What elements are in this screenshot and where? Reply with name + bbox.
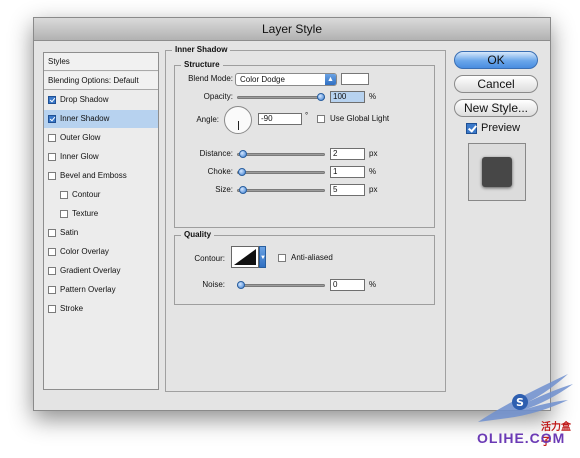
style-item-label: Contour [72, 190, 101, 199]
blend-color-swatch[interactable] [341, 73, 369, 85]
layer-style-dialog: Layer Style Styles Blending Options: Def… [33, 17, 551, 411]
preview-label: Preview [481, 122, 521, 134]
style-item-checkbox[interactable] [48, 172, 56, 180]
styles-header[interactable]: Styles [44, 53, 158, 71]
preview-thumbnail [468, 143, 526, 201]
inner-shadow-title: Inner Shadow [172, 45, 231, 55]
style-item-checkbox[interactable] [48, 248, 56, 256]
choke-label: Choke: [207, 167, 233, 176]
noise-input[interactable]: 0 [330, 279, 365, 291]
noise-slider[interactable] [237, 284, 325, 287]
use-global-light-label: Use Global Light [330, 114, 390, 123]
style-item-label: Gradient Overlay [60, 266, 121, 275]
style-item-checkbox[interactable] [60, 191, 68, 199]
size-input[interactable]: 5 [330, 184, 365, 196]
style-item-stroke[interactable]: Stroke [44, 300, 158, 318]
distance-slider[interactable] [237, 153, 325, 156]
inner-shadow-panel: Inner Shadow Structure Blend Mode: Color… [165, 45, 446, 392]
blending-options-item[interactable]: Blending Options: Default [44, 72, 158, 90]
style-item-bevel-and-emboss[interactable]: Bevel and Emboss [44, 167, 158, 185]
angle-dial[interactable] [224, 106, 252, 134]
anti-aliased-checkbox[interactable] [278, 254, 286, 262]
style-item-satin[interactable]: Satin [44, 224, 158, 242]
watermark-site: OLIHE.COM [477, 430, 566, 446]
size-unit: px [369, 185, 378, 194]
distance-slider-thumb[interactable] [238, 150, 247, 158]
cancel-button[interactable]: Cancel [454, 75, 538, 93]
quality-group: Quality Contour: ▼ Anti-aliased Noise: 0… [174, 230, 435, 305]
style-item-outer-glow[interactable]: Outer Glow [44, 129, 158, 147]
choke-input[interactable]: 1 [330, 166, 365, 178]
style-item-checkbox[interactable] [60, 210, 68, 218]
choke-unit: % [369, 167, 377, 176]
styles-list: Styles Blending Options: Default Drop Sh… [43, 52, 159, 390]
style-item-color-overlay[interactable]: Color Overlay [44, 243, 158, 261]
style-item-label: Satin [60, 228, 79, 237]
style-item-checkbox[interactable] [48, 267, 56, 275]
opacity-input[interactable]: 100 [330, 91, 365, 103]
blend-mode-select[interactable]: Color Dodge ▲ [235, 73, 337, 86]
style-item-inner-shadow[interactable]: Inner Shadow [44, 110, 158, 128]
structure-group: Structure Blend Mode: Color Dodge ▲ Opac… [174, 60, 435, 228]
style-item-checkbox[interactable] [48, 286, 56, 294]
angle-unit: ° [305, 111, 309, 120]
style-item-label: Pattern Overlay [60, 285, 116, 294]
style-item-checkbox[interactable] [48, 134, 56, 142]
style-item-checkbox[interactable] [48, 96, 56, 104]
ok-button[interactable]: OK [454, 51, 538, 69]
angle-input[interactable]: -90 [258, 113, 302, 125]
preview-checkbox[interactable] [466, 123, 477, 134]
quality-title: Quality [181, 230, 215, 240]
style-item-checkbox[interactable] [48, 229, 56, 237]
choke-slider[interactable] [237, 171, 325, 174]
size-slider[interactable] [237, 189, 325, 192]
style-item-checkbox[interactable] [48, 153, 56, 161]
structure-title: Structure [181, 60, 223, 70]
dialog-title: Layer Style [34, 18, 550, 41]
style-item-label: Color Overlay [60, 247, 109, 256]
size-slider-thumb[interactable] [238, 186, 247, 194]
style-item-label: Texture [72, 209, 99, 218]
preview-square [482, 157, 512, 187]
chevron-down-icon[interactable]: ▼ [259, 246, 266, 268]
style-item-texture[interactable]: Texture [44, 205, 158, 223]
style-item-checkbox[interactable] [48, 305, 56, 313]
choke-slider-thumb[interactable] [237, 168, 246, 176]
distance-input[interactable]: 2 [330, 148, 365, 160]
style-item-checkbox[interactable] [48, 115, 56, 123]
opacity-slider-thumb[interactable] [317, 93, 325, 101]
noise-slider-thumb[interactable] [237, 281, 245, 289]
size-label: Size: [215, 185, 233, 194]
chevron-updown-icon: ▲ [325, 74, 336, 85]
new-style-button[interactable]: New Style... [454, 99, 538, 117]
style-item-contour[interactable]: Contour [44, 186, 158, 204]
distance-unit: px [369, 149, 378, 158]
style-item-drop-shadow[interactable]: Drop Shadow [44, 91, 158, 109]
contour-label: Contour: [194, 254, 225, 263]
svg-text:S: S [516, 396, 524, 409]
style-item-label: Inner Glow [60, 152, 99, 161]
contour-curve-icon [234, 249, 256, 265]
style-item-gradient-overlay[interactable]: Gradient Overlay [44, 262, 158, 280]
style-item-pattern-overlay[interactable]: Pattern Overlay [44, 281, 158, 299]
angle-label: Angle: [196, 115, 219, 124]
noise-unit: % [369, 280, 377, 289]
use-global-light-checkbox[interactable] [317, 115, 325, 123]
anti-aliased-label: Anti-aliased [291, 253, 333, 262]
style-item-label: Drop Shadow [60, 95, 109, 104]
style-item-label: Bevel and Emboss [60, 171, 127, 180]
opacity-unit: % [369, 92, 377, 101]
style-item-label: Stroke [60, 304, 84, 313]
contour-picker[interactable] [231, 246, 259, 268]
blend-mode-value: Color Dodge [240, 75, 285, 84]
style-item-inner-glow[interactable]: Inner Glow [44, 148, 158, 166]
distance-label: Distance: [199, 149, 233, 158]
noise-label: Noise: [202, 280, 225, 289]
blend-mode-label: Blend Mode: [188, 74, 233, 83]
style-item-label: Outer Glow [60, 133, 101, 142]
style-item-label: Inner Shadow [60, 114, 110, 123]
opacity-slider[interactable] [237, 96, 325, 99]
opacity-label: Opacity: [203, 92, 233, 101]
